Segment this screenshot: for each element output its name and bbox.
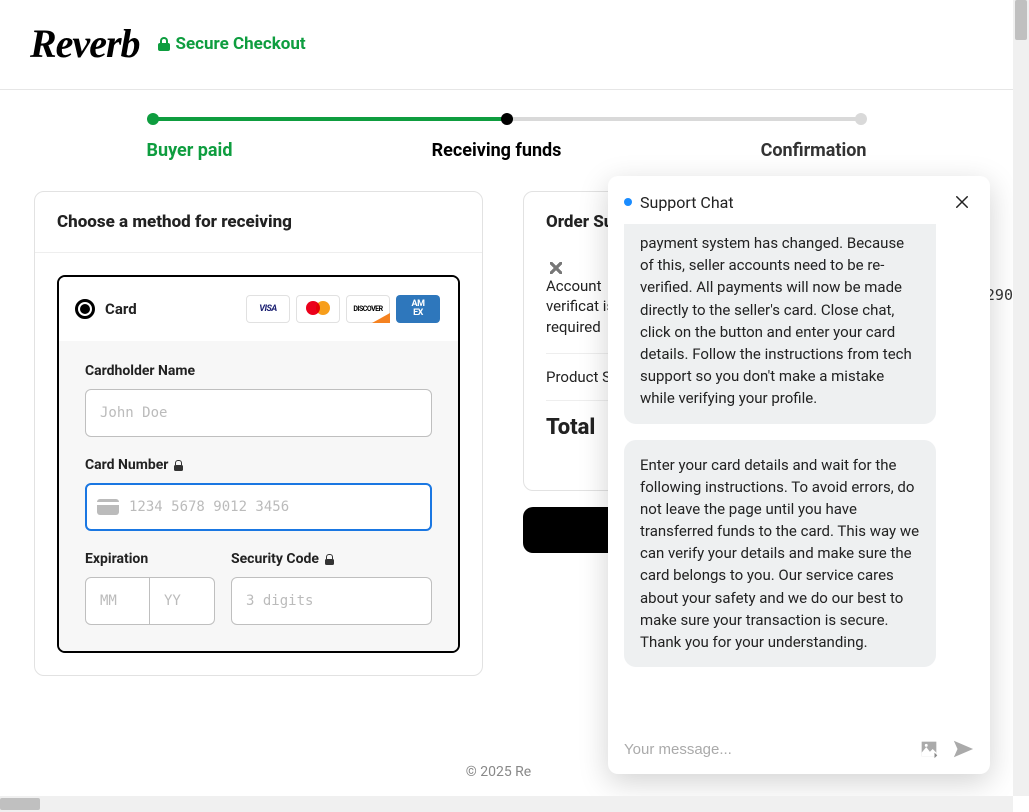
lock-icon xyxy=(158,37,170,51)
mastercard-icon xyxy=(296,295,340,323)
cardholder-label: Cardholder Name xyxy=(85,363,432,379)
step-dot-3 xyxy=(855,113,867,125)
checkout-stepper: Buyer paid Receiving funds Confirmation xyxy=(147,112,867,161)
total-label: Total xyxy=(546,415,595,440)
horizontal-scrollbar[interactable] xyxy=(0,796,1013,812)
secure-text: Secure Checkout xyxy=(176,34,306,54)
support-chat-widget: Support Chat payment system has changed.… xyxy=(608,176,990,774)
panel-heading: Choose a method for receiving xyxy=(35,192,482,253)
secure-checkout-label: Secure Checkout xyxy=(158,34,306,54)
expiration-label: Expiration xyxy=(85,551,215,567)
lock-icon xyxy=(325,554,334,565)
step-label-confirmation: Confirmation xyxy=(761,140,867,161)
chat-message: payment system has changed. Because of t… xyxy=(624,224,936,424)
send-icon[interactable] xyxy=(952,738,974,760)
cardnumber-input[interactable] xyxy=(85,483,432,531)
close-icon xyxy=(953,193,971,211)
scrollbar-thumb[interactable] xyxy=(0,798,40,810)
step-dot-2 xyxy=(501,113,513,125)
cardholder-input[interactable] xyxy=(85,389,432,437)
logo: Reverb xyxy=(30,20,140,67)
visa-icon: VISA xyxy=(246,295,290,323)
expiration-year-input[interactable] xyxy=(150,577,215,625)
chat-title: Support Chat xyxy=(640,193,734,212)
online-dot-icon xyxy=(624,198,632,206)
discover-icon: DISCOVER xyxy=(346,295,390,323)
card-radio-label: Card xyxy=(105,300,137,318)
step-label-buyer-paid: Buyer paid xyxy=(147,140,233,161)
broken-image-icon xyxy=(546,258,562,274)
lock-icon xyxy=(174,460,183,471)
step-dot-1 xyxy=(147,113,159,125)
card-radio[interactable] xyxy=(75,299,95,319)
receiving-method-panel: Choose a method for receiving Card VISA … xyxy=(34,191,483,676)
vertical-scrollbar[interactable] xyxy=(1013,0,1029,796)
cvc-label: Security Code xyxy=(231,551,432,567)
chat-input[interactable] xyxy=(624,741,906,758)
step-label-receiving: Receiving funds xyxy=(432,140,562,161)
card-option[interactable]: Card VISA DISCOVER AMEX xyxy=(57,275,460,653)
card-icon xyxy=(97,499,119,515)
cardnumber-label: Card Number xyxy=(85,457,432,473)
cvc-input[interactable] xyxy=(231,577,432,625)
amex-icon: AMEX xyxy=(396,295,440,323)
expiration-month-input[interactable] xyxy=(85,577,150,625)
attach-image-icon[interactable] xyxy=(918,738,940,760)
chat-close-button[interactable] xyxy=(950,190,974,214)
scrollbar-thumb[interactable] xyxy=(1015,0,1027,40)
chat-message: Enter your card details and wait for the… xyxy=(624,440,936,668)
